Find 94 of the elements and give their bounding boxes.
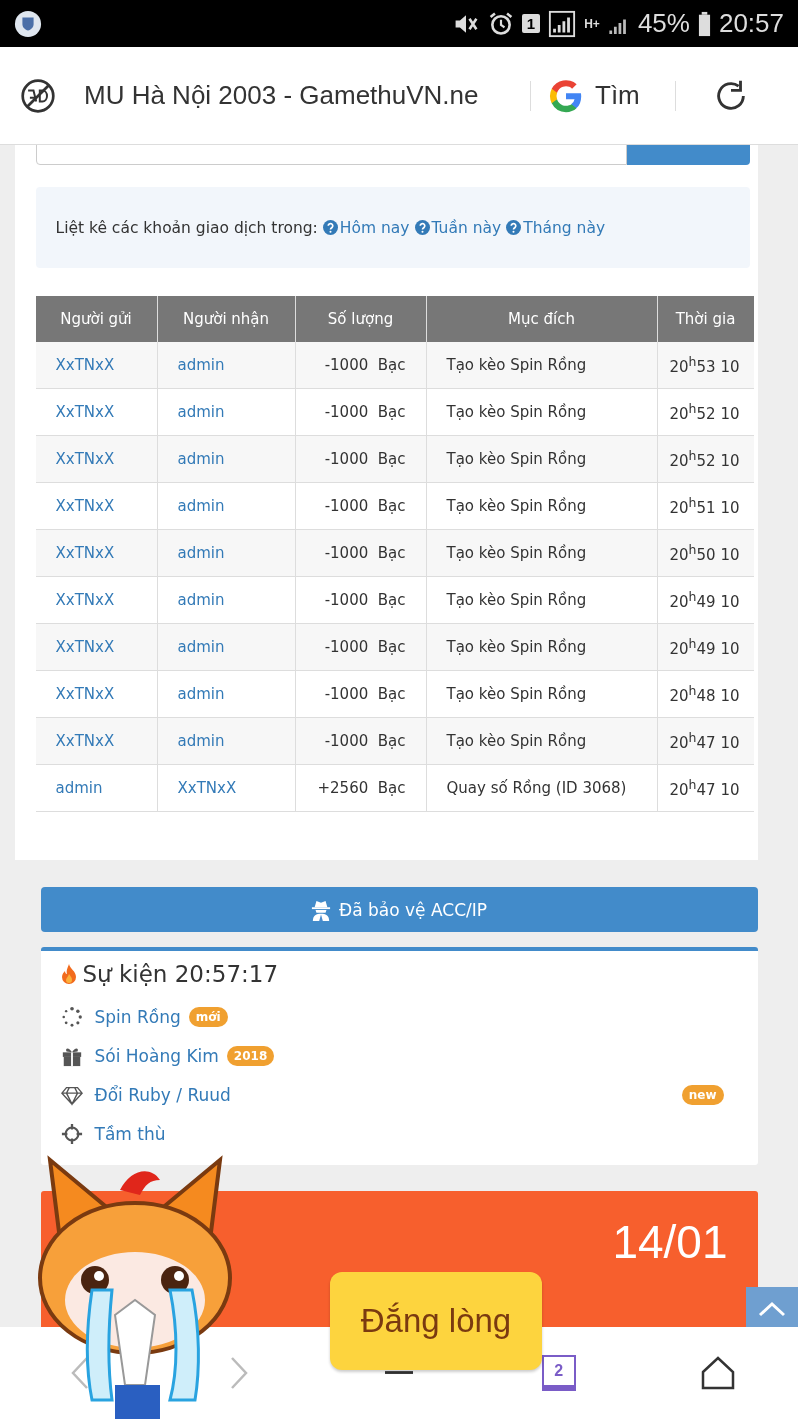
table-cell: +2560 Bạc <box>295 764 426 812</box>
sender-link[interactable]: XxTNxX <box>35 529 157 577</box>
table-cell: 20$^{h}$47 10 <box>657 717 754 765</box>
event-badge: new <box>681 1084 724 1105</box>
events-title: Sự kiện 20:57:17 <box>82 961 279 987</box>
sender-link[interactable]: admin <box>35 764 157 812</box>
protect-button[interactable]: Đã bảo vệ ACC/IP <box>40 887 758 932</box>
column-header: Mục đích <box>426 296 657 342</box>
back-icon[interactable] <box>69 1356 90 1390</box>
event-link[interactable]: Sói Hoàng Kim <box>94 1045 219 1066</box>
table-cell: 20$^{h}$50 10 <box>657 529 754 577</box>
receiver-link[interactable]: admin <box>157 342 295 389</box>
table-cell: -1000 Bạc <box>295 482 426 530</box>
sender-link[interactable]: XxTNxX <box>35 388 157 436</box>
alarm-icon <box>487 10 514 37</box>
receiver-link[interactable]: admin <box>157 717 295 765</box>
filter-link[interactable]: Hôm nay <box>322 218 410 237</box>
table-cell: -1000 Bạc <box>295 435 426 483</box>
sender-link[interactable]: XxTNxX <box>35 342 157 389</box>
clock: 20:57 <box>718 8 784 39</box>
scroll-top-button[interactable] <box>746 1287 798 1327</box>
table-cell: -1000 Bạc <box>295 388 426 436</box>
menu-icon[interactable] <box>385 1370 413 1376</box>
sender-link[interactable]: XxTNxX <box>35 670 157 718</box>
table-cell: -1000 Bạc <box>295 670 426 718</box>
forward-icon[interactable] <box>229 1356 250 1390</box>
column-header: Người gửi <box>35 296 157 342</box>
sender-link[interactable]: XxTNxX <box>35 717 157 765</box>
column-header: Người nhận <box>157 296 295 342</box>
table-cell: 20$^{h}$52 10 <box>657 435 754 483</box>
spinner-icon <box>60 1005 83 1028</box>
receiver-link[interactable]: admin <box>157 388 295 436</box>
home-icon[interactable] <box>700 1355 737 1391</box>
filter-label: Liệt kê các khoản giao dịch trong: <box>55 218 318 237</box>
ad-block-icon[interactable] <box>20 77 56 114</box>
table-cell: -1000 Bạc <box>295 623 426 671</box>
table-cell: -1000 Bạc <box>295 342 426 389</box>
help-icon <box>414 220 430 235</box>
table-cell: Quay số Rồng (ID 3068) <box>426 764 657 812</box>
receiver-link[interactable]: admin <box>157 529 295 577</box>
table-cell: Tạo kèo Spin Rồng <box>426 482 657 530</box>
event-link[interactable]: Spin Rồng <box>94 1006 181 1027</box>
sim-badge: 1 <box>521 14 541 33</box>
battery-percent: 45% <box>637 8 690 39</box>
sticker-caption: Đắng lòng <box>360 1302 512 1340</box>
flame-icon <box>60 964 77 984</box>
table-cell: -1000 Bạc <box>295 529 426 577</box>
event-link[interactable]: Tầm thù <box>94 1123 166 1144</box>
event-badge: mới <box>188 1006 228 1027</box>
table-cell: Tạo kèo Spin Rồng <box>426 435 657 483</box>
table-cell: 20$^{h}$52 10 <box>657 388 754 436</box>
receiver-link[interactable]: admin <box>157 435 295 483</box>
network-type: H+ <box>584 16 600 31</box>
table-cell: Tạo kèo Spin Rồng <box>426 529 657 577</box>
filter-link[interactable]: Tuần này <box>414 218 502 237</box>
sender-link[interactable]: XxTNxX <box>35 435 157 483</box>
sender-link[interactable]: XxTNxX <box>35 482 157 530</box>
table-cell: 20$^{h}$48 10 <box>657 670 754 718</box>
table-cell: Tạo kèo Spin Rồng <box>426 576 657 624</box>
column-header: Thời gia <box>657 296 754 342</box>
receiver-link[interactable]: admin <box>157 576 295 624</box>
table-cell: 20$^{h}$49 10 <box>657 576 754 624</box>
table-cell: 20$^{h}$51 10 <box>657 482 754 530</box>
crosshair-icon <box>60 1122 83 1145</box>
table-cell: 20$^{h}$53 10 <box>657 342 754 389</box>
table-cell: Tạo kèo Spin Rồng <box>426 670 657 718</box>
receiver-link[interactable]: admin <box>157 623 295 671</box>
sender-link[interactable]: XxTNxX <box>35 576 157 624</box>
tabs-button[interactable]: 2 <box>541 1355 576 1391</box>
signal-icon <box>548 9 577 38</box>
table-cell: -1000 Bạc <box>295 717 426 765</box>
table-cell: 20$^{h}$49 10 <box>657 623 754 671</box>
table-cell: Tạo kèo Spin Rồng <box>426 342 657 389</box>
table-cell: Tạo kèo Spin Rồng <box>426 388 657 436</box>
help-icon <box>506 220 522 235</box>
table-cell: 20$^{h}$47 10 <box>657 764 754 812</box>
receiver-link[interactable]: XxTNxX <box>157 764 295 812</box>
battery-icon <box>697 10 711 37</box>
sender-link[interactable]: XxTNxX <box>35 623 157 671</box>
filter-link[interactable]: Tháng này <box>506 218 606 237</box>
banner-date: 14/01 <box>612 1215 728 1269</box>
spy-icon <box>311 898 331 921</box>
page-title[interactable]: MU Hà Nội 2003 - GamethuVN.ne <box>84 80 518 111</box>
event-badge: 2018 <box>226 1045 275 1066</box>
search-button[interactable]: Tìm <box>543 76 663 115</box>
column-header: Số lượng <box>295 296 426 342</box>
receiver-link[interactable]: admin <box>157 482 295 530</box>
receiver-link[interactable]: admin <box>157 670 295 718</box>
shield-icon <box>14 9 42 38</box>
help-icon <box>322 220 338 235</box>
table-cell: Tạo kèo Spin Rồng <box>426 623 657 671</box>
table-cell: Tạo kèo Spin Rồng <box>426 717 657 765</box>
event-link[interactable]: Đổi Ruby / Ruud <box>94 1084 231 1105</box>
table-cell: -1000 Bạc <box>295 576 426 624</box>
